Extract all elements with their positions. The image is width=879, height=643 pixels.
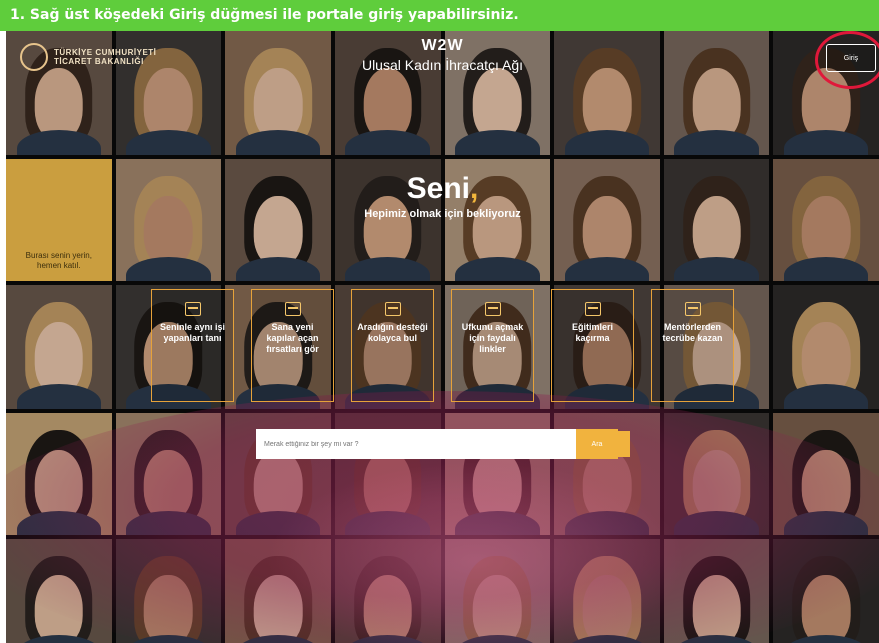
feature-card-opportunities[interactable]: Sana yeni kapılar açan fırsatları gör bbox=[251, 289, 334, 402]
feature-label: Seninle aynı işi yapanları tanı bbox=[159, 322, 226, 343]
portrait-tile bbox=[6, 285, 112, 409]
portrait-tile bbox=[225, 539, 331, 643]
portrait-figure bbox=[582, 449, 632, 521]
join-tile-text: Burası senin yerin, hemen katıl. bbox=[25, 251, 92, 270]
portrait-figure bbox=[801, 449, 851, 521]
link-icon bbox=[484, 302, 501, 316]
feature-card-meet-peers[interactable]: Seninle aynı işi yapanları tanı bbox=[151, 289, 234, 402]
feature-card-links[interactable]: Ufkunu açmak için faydalı linkler bbox=[451, 289, 534, 402]
portrait-figure bbox=[473, 575, 522, 643]
portrait-tile bbox=[6, 413, 112, 535]
feature-label: Mentörlerden tecrübe kazan bbox=[662, 322, 723, 343]
feature-label: Ufkunu açmak için faydalı linkler bbox=[461, 322, 524, 354]
portrait-tile bbox=[334, 539, 441, 643]
portrait-figure bbox=[34, 449, 84, 521]
hero-headline: Seni, bbox=[6, 172, 879, 206]
profile-card-icon bbox=[184, 302, 201, 316]
portrait-tile bbox=[115, 539, 222, 643]
portrait-figure bbox=[692, 575, 741, 643]
portrait-figure bbox=[34, 575, 84, 643]
portrait-tile bbox=[663, 413, 770, 535]
door-icon bbox=[284, 302, 301, 316]
support-icon bbox=[384, 302, 401, 316]
portrait-tile bbox=[554, 539, 660, 643]
portrait-figure bbox=[144, 575, 193, 643]
search-button[interactable]: Ara bbox=[576, 429, 618, 459]
feature-cards: Seninle aynı işi yapanları tanı Sana yen… bbox=[151, 289, 734, 402]
hero-headline-text: Seni bbox=[406, 172, 470, 205]
portrait-figure bbox=[692, 449, 741, 521]
feature-label: Sana yeni kapılar açan fırsatları gör bbox=[266, 322, 319, 354]
site-subtitle: Ulusal Kadın İhracatçı Ağı bbox=[361, 57, 524, 73]
portrait-figure bbox=[253, 575, 303, 643]
portrait-tile bbox=[773, 539, 879, 643]
brand-name: W2W bbox=[421, 37, 464, 54]
portrait-tile bbox=[444, 539, 551, 643]
portrait-tile bbox=[115, 413, 222, 535]
training-icon bbox=[584, 302, 601, 316]
portrait-figure bbox=[363, 449, 412, 521]
site-title: W2W Ulusal Kadın İhracatçı Ağı bbox=[6, 37, 879, 73]
login-button[interactable]: Giriş bbox=[826, 44, 876, 72]
hero-tagline: Hepimiz olmak için bekliyoruz bbox=[364, 208, 521, 220]
portrait-figure bbox=[801, 575, 851, 643]
portrait-tile bbox=[663, 539, 770, 643]
search-input[interactable] bbox=[256, 428, 576, 460]
search-button-edge bbox=[618, 431, 630, 457]
search-bar: Ara bbox=[256, 428, 618, 460]
portrait-tile bbox=[6, 539, 112, 643]
hero-headline-accent: , bbox=[470, 172, 479, 205]
hero-text: Seni, Hepimiz olmak için bekliyoruz bbox=[6, 172, 879, 220]
feature-card-trainings[interactable]: Eğitimleri kaçırma bbox=[551, 289, 634, 402]
portrait-tile bbox=[773, 285, 879, 409]
portrait-figure bbox=[473, 449, 522, 521]
instruction-banner: 1. Sağ üst köşedeki Giriş düğmesi ile po… bbox=[0, 0, 879, 31]
portrait-figure bbox=[253, 449, 303, 521]
portal-screen: Burası senin yerin, hemen katıl. TÜRKİYE… bbox=[6, 31, 879, 643]
feature-card-support[interactable]: Aradığın desteği kolayca bul bbox=[351, 289, 434, 402]
portrait-figure bbox=[582, 575, 632, 643]
portrait-figure bbox=[144, 449, 193, 521]
feature-label: Eğitimleri kaçırma bbox=[571, 322, 613, 343]
feature-card-mentors[interactable]: Mentörlerden tecrübe kazan bbox=[651, 289, 734, 402]
portrait-figure bbox=[363, 575, 412, 643]
feature-label: Aradığın desteği kolayca bul bbox=[357, 322, 428, 343]
mentor-icon bbox=[684, 302, 701, 316]
portrait-tile bbox=[773, 413, 879, 535]
